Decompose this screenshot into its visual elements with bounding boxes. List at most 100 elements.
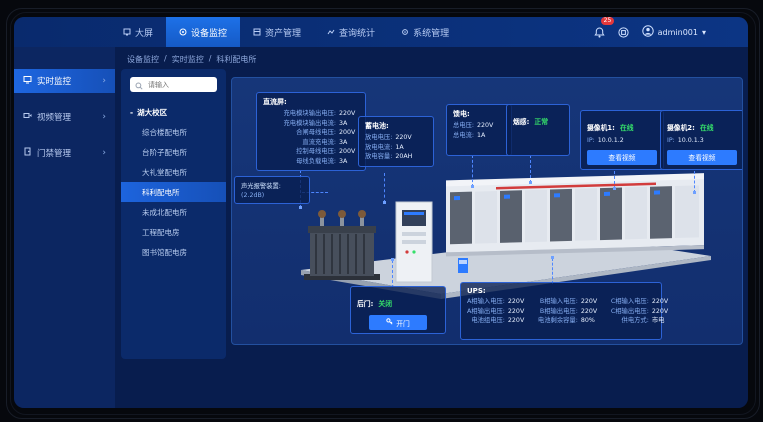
ups-grid: A相输入电压:220V A相输出电压:220V 电池组电压:220V B相输入电… (467, 297, 655, 326)
metric-value: 220V (581, 297, 601, 307)
station-tree-panel: - 湖大校区 综合楼配电所 台阶子配电所 大礼堂配电所 科利配电所 未成北配电所… (121, 69, 226, 359)
metric-label: 控制母线电压: (296, 147, 336, 157)
tab-assets[interactable]: 资产管理 (240, 17, 314, 47)
top-navbar: 大屏 设备监控 资产管理 查询统计 系统管理 25 (14, 17, 748, 47)
sidebar-item-realtime-monitor[interactable]: 实时监控 › (14, 69, 115, 93)
battery-callout: 蓄电池: 放电电压:220V 放电电流:1A 放电容量:20AH (358, 116, 434, 167)
open-door-label: 开门 (396, 318, 410, 328)
user-menu[interactable]: admin001 ▾ (642, 25, 706, 39)
connector-dot (391, 258, 394, 261)
tab-label: 系统管理 (413, 26, 449, 39)
metric-value: 220V (581, 307, 601, 317)
tree-item-station-6[interactable]: 工程配电房 (121, 222, 226, 242)
tree-item-station-3[interactable]: 大礼堂配电所 (121, 162, 226, 182)
ip-label: IP: (587, 136, 595, 146)
ups-callout: UPS: A相输入电压:220V A相输出电压:220V 电池组电压:220V … (460, 282, 662, 340)
fullscreen-button[interactable] (618, 23, 629, 42)
breadcrumb-realtime-monitor[interactable]: 实时监控 (172, 54, 204, 65)
sidebar-item-video-management[interactable]: 视频管理 › (14, 105, 115, 129)
metric-label: 充电模块输出电压: (284, 109, 337, 119)
tree-item-station-4-selected[interactable]: 科利配电所 (121, 182, 226, 202)
metric-value: 220V (395, 133, 415, 143)
connector-line (392, 260, 393, 288)
metric-label: 总电流: (453, 131, 474, 141)
connector-dot (529, 181, 532, 184)
bell-icon (594, 23, 605, 42)
chart-icon (327, 28, 335, 36)
connector-dot (693, 191, 696, 194)
view-video-button-1[interactable]: 查看视频 (587, 150, 657, 165)
metric-label: 合闸母线电压: (296, 128, 336, 138)
breadcrumb-separator: / (209, 54, 212, 65)
tree-item-station-7[interactable]: 图书馆配电房 (121, 242, 226, 262)
alarm-label: 声光报警装置: (241, 181, 303, 190)
feeder-callout: 馈电: 总电压:220V 总电流:1A (446, 104, 512, 156)
door-callout: 后门: 关闭 开门 (350, 286, 446, 334)
metric-label: 充电模块输出电流: (284, 119, 337, 129)
connector-dot (471, 185, 474, 188)
tree-item-station-2[interactable]: 台阶子配电所 (121, 142, 226, 162)
connector-line (694, 171, 695, 193)
avatar-icon (642, 25, 654, 39)
monitor-icon (179, 28, 187, 36)
screen-icon (123, 28, 131, 36)
monitor-icon (23, 75, 32, 87)
ups-phase-c-column: C相输入电压:220V C相输出电压:220V 供电方式:市电 (611, 297, 672, 326)
tab-label: 大屏 (135, 26, 153, 39)
view-video-button-2[interactable]: 查看视频 (667, 150, 737, 165)
tree-item-station-5[interactable]: 未成北配电所 (121, 202, 226, 222)
ip-value: 10.0.1.2 (598, 136, 624, 146)
metric-value: 220V (477, 121, 497, 131)
metric-label: 直流充电流: (302, 138, 336, 148)
sidebar-item-access-control[interactable]: 门禁管理 › (14, 141, 115, 165)
smoke-sensor-callout: 烟感: 正常 (506, 104, 570, 156)
door-status: 关闭 (378, 300, 392, 308)
chevron-right-icon: › (102, 76, 106, 86)
ip-label: IP: (667, 136, 675, 146)
connector-line (384, 173, 385, 203)
metric-label: 总电压: (453, 121, 474, 131)
gear-icon (401, 28, 409, 36)
alarm-value: (2.2dB) (241, 192, 303, 199)
tab-dashboard[interactable]: 大屏 (110, 17, 166, 47)
metric-label: C相输出电压: (611, 307, 649, 317)
tab-system[interactable]: 系统管理 (388, 17, 462, 47)
metric-value: 220V (652, 307, 672, 317)
connector-dot (613, 187, 616, 190)
station-tree: - 湖大校区 综合楼配电所 台阶子配电所 大礼堂配电所 科利配电所 未成北配电所… (121, 103, 226, 262)
connector-line (552, 258, 553, 284)
tab-label: 资产管理 (265, 26, 301, 39)
metric-label: 供电方式: (622, 316, 649, 326)
nav-tabs: 大屏 设备监控 资产管理 查询统计 系统管理 (110, 17, 462, 47)
metric-value: 200V (339, 147, 359, 157)
tab-device-monitor[interactable]: 设备监控 (166, 17, 240, 47)
smoke-status: 正常 (534, 118, 548, 126)
notifications-button[interactable]: 25 (594, 23, 605, 42)
breadcrumb-device-monitor[interactable]: 设备监控 (127, 54, 159, 65)
camera1-callout: 摄像机1: 在线 IP:10.0.1.2 查看视频 (580, 110, 664, 170)
ip-value: 10.0.1.3 (678, 136, 704, 146)
tree-search-input[interactable] (146, 80, 212, 90)
open-door-button[interactable]: 开门 (369, 315, 427, 330)
metric-value: 1A (477, 131, 497, 141)
search-icon (135, 75, 143, 94)
tree-root-campus[interactable]: - 湖大校区 (121, 103, 226, 122)
tab-statistics[interactable]: 查询统计 (314, 17, 388, 47)
metric-label: C相输入电压: (611, 297, 649, 307)
metric-label: 放电电压: (365, 133, 392, 143)
metric-value: 220V (652, 297, 672, 307)
tree-item-station-1[interactable]: 综合楼配电所 (121, 122, 226, 142)
alarm-callout: 声光报警装置: (2.2dB) (234, 176, 310, 204)
chevron-right-icon: › (102, 148, 106, 158)
breadcrumb-current-station: 科利配电所 (216, 54, 256, 65)
metric-label: 放电容量: (365, 152, 392, 162)
breadcrumb: 设备监控 / 实时监控 / 科利配电所 (127, 54, 256, 65)
connector-line (472, 155, 473, 187)
camera1-status: 在线 (620, 124, 634, 132)
metric-value: 80% (581, 316, 601, 326)
metric-value: 1A (395, 143, 415, 153)
metric-value: 200V (339, 128, 359, 138)
ups-phase-b-column: B相输入电压:220V B相输出电压:220V 电池剩余容量:80% (538, 297, 601, 326)
feeder-title: 馈电: (453, 109, 505, 119)
connector-dot (299, 206, 302, 209)
